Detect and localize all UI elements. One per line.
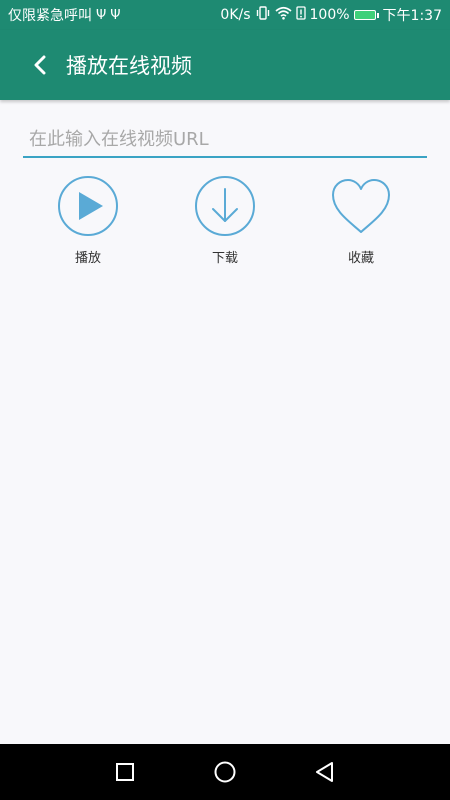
app-bar: 播放在线视频 xyxy=(0,30,450,100)
page-title: 播放在线视频 xyxy=(66,54,192,78)
battery-level xyxy=(353,10,376,20)
play-icon xyxy=(58,176,118,236)
play-button[interactable]: 播放 xyxy=(38,175,138,266)
action-row: 播放 下载 收藏 xyxy=(0,175,450,285)
heart-icon xyxy=(332,179,390,233)
usb-icon: Ψ xyxy=(96,7,107,23)
download-label: 下载 xyxy=(211,251,238,266)
status-bar: 仅限紧急呼叫 Ψ Ψ 0K/s 100% 下午1:37 xyxy=(0,0,450,30)
battery-tip xyxy=(376,12,379,18)
battery-percent: 100% xyxy=(309,7,350,23)
favorite-label: 收藏 xyxy=(347,251,374,266)
play-label: 播放 xyxy=(74,251,101,266)
status-left: 仅限紧急呼叫 Ψ Ψ xyxy=(8,5,120,25)
battery-icon xyxy=(353,10,379,20)
circle-icon xyxy=(214,761,236,783)
download-icon xyxy=(195,176,255,236)
usb-debug-icon: Ψ xyxy=(110,7,121,23)
triangle-back-icon xyxy=(316,762,333,782)
screen: 仅限紧急呼叫 Ψ Ψ 0K/s 100% 下午1:37 播放在线视频 在此输入在… xyxy=(0,0,450,800)
chevron-left-icon xyxy=(34,55,46,75)
clock: 下午1:37 xyxy=(382,8,442,24)
wifi-icon xyxy=(274,6,292,24)
favorite-button[interactable]: 收藏 xyxy=(311,175,411,266)
navigation-bar xyxy=(0,744,450,800)
url-input[interactable] xyxy=(23,122,427,158)
vibrate-icon xyxy=(255,6,271,24)
carrier-text: 仅限紧急呼叫 xyxy=(8,8,92,24)
download-button[interactable]: 下载 xyxy=(175,175,275,266)
network-speed: 0K/s xyxy=(220,7,251,23)
sim-alert-icon xyxy=(295,6,306,24)
status-right: 0K/s 100% 下午1:37 xyxy=(220,5,442,25)
home-button[interactable] xyxy=(209,756,241,788)
recent-apps-button[interactable] xyxy=(109,756,141,788)
back-button[interactable] xyxy=(18,43,62,87)
back-nav-button[interactable] xyxy=(309,756,341,788)
square-icon xyxy=(116,763,134,781)
